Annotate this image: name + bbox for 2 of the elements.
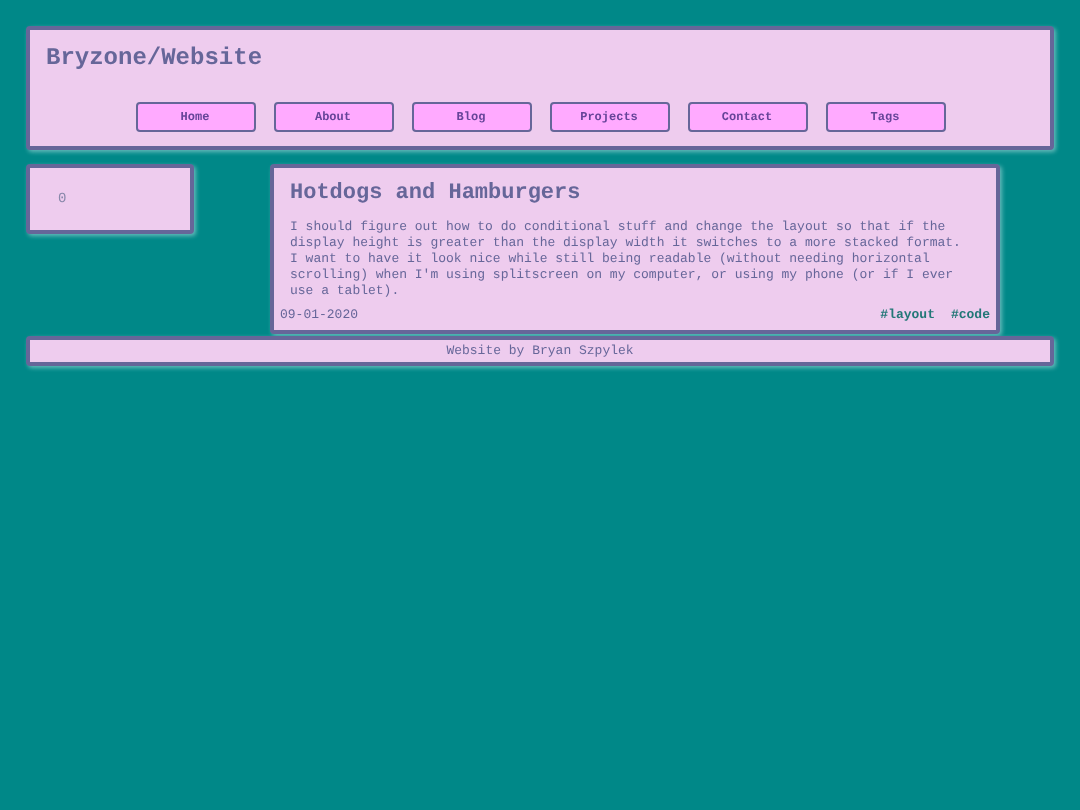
post-title: Hotdogs and Hamburgers bbox=[288, 180, 583, 208]
site-title: Bryzone/Website bbox=[46, 42, 265, 74]
